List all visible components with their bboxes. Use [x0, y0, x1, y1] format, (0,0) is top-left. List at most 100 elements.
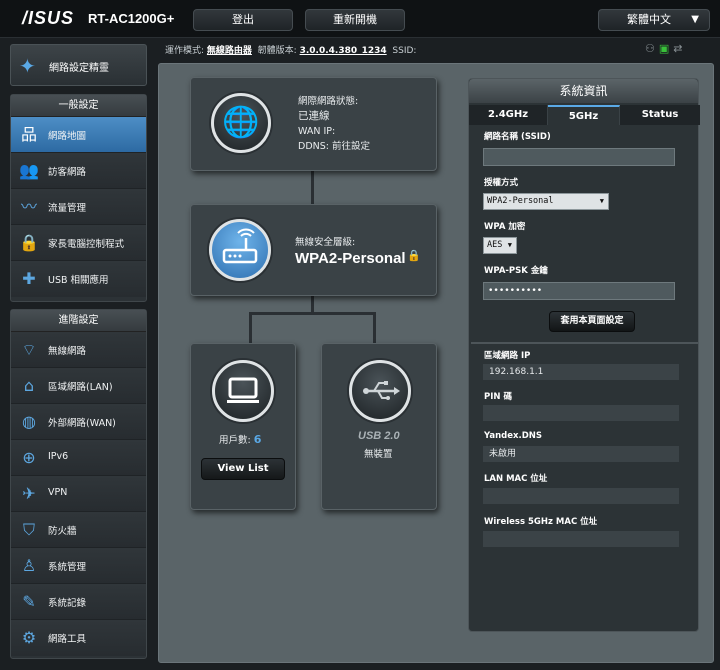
firmware-link[interactable]: 3.0.0.4.380_1234	[300, 46, 387, 56]
usb-title: USB 2.0	[358, 430, 400, 442]
monitor-icon	[227, 377, 259, 403]
sidebar-item-vpn[interactable]: ✈ VPN	[11, 476, 146, 512]
usb-card[interactable]: USB 2.0 無裝置	[321, 343, 437, 510]
wizard-label: 網路設定精靈	[49, 63, 109, 74]
vpn-icon: ✈	[22, 484, 36, 503]
sidebar-item-label: 系統記錄	[48, 598, 87, 609]
advanced-header: 進階設定	[11, 310, 146, 332]
apply-button[interactable]: 套用本頁面設定	[549, 311, 635, 332]
sidebar-item-label: VPN	[48, 487, 68, 498]
sidebar-item-network-map[interactable]: 品 網路地圖	[11, 117, 146, 153]
network-map-icon: 品	[20, 125, 37, 144]
system-info-panel: 系統資訊 2.4GHz 5GHz Status 網路名稱 (SSID) 授權方式…	[468, 78, 700, 632]
connector-line	[311, 295, 314, 313]
parental-control-icon: 🔒	[19, 233, 39, 252]
mode-label: 運作模式:	[165, 46, 205, 56]
model-name: RT-AC1200G+	[88, 11, 175, 26]
clients-button[interactable]	[212, 360, 274, 422]
sidebar-item-label: IPv6	[48, 451, 69, 462]
wpa-encryption-label: WPA 加密	[484, 222, 526, 232]
chevron-down-icon: ▼	[691, 14, 699, 25]
status-line: 運作模式: 無線路由器 韌體版本: 3.0.0.4.380_1234 SSID:	[165, 43, 416, 56]
internet-status-value: 已連線	[298, 110, 330, 122]
wan-icon: ◍	[22, 412, 36, 431]
usb-status-icon[interactable]: ⇄	[673, 42, 686, 55]
wireless-icon: ⌔	[21, 340, 37, 359]
wpa-encryption-select[interactable]: AES ▼	[483, 237, 517, 254]
clients-status-icon[interactable]: ⚇	[645, 42, 659, 55]
router-icon	[222, 228, 258, 264]
clients-card[interactable]: 用戶數: 6 View List	[190, 343, 296, 510]
language-label: 繁體中文	[627, 13, 671, 26]
usb-app-icon: ✚	[22, 269, 36, 288]
sidebar-item-wan[interactable]: ◍ 外部網路(WAN)	[11, 404, 146, 440]
lan-ip-label: 區域網路 IP	[484, 351, 531, 361]
auth-method-select[interactable]: WPA2-Personal ▼	[483, 193, 609, 210]
reboot-button[interactable]: 重新開機	[305, 9, 405, 31]
sidebar-item-guest-network[interactable]: 👥 訪客網路	[11, 153, 146, 189]
view-list-button[interactable]: View List	[201, 458, 285, 480]
sidebar-item-label: 流量管理	[48, 203, 87, 214]
lan-ip-value: 192.168.1.1	[483, 364, 679, 380]
auth-method-value: WPA2-Personal	[487, 196, 554, 206]
security-level-label: 無線安全層級:	[295, 237, 356, 248]
network-tools-icon: ⚙	[21, 628, 37, 647]
yandex-dns-value: 未啟用	[483, 446, 679, 462]
chevron-down-icon: ▼	[507, 241, 512, 249]
usb-button[interactable]	[349, 360, 411, 422]
sidebar-item-label: 網路工具	[48, 634, 87, 645]
brand-logo[interactable]: /ISUS	[22, 8, 74, 29]
sidebar-item-label: USB 相關應用	[48, 275, 109, 286]
lan-icon: ⌂	[23, 376, 35, 395]
magic-wand-icon: ✦	[19, 54, 36, 78]
ddns-link[interactable]: 前往設定	[332, 141, 370, 152]
lan-mac-label: LAN MAC 位址	[484, 474, 548, 484]
sidebar-item-label: 系統管理	[48, 562, 87, 573]
sidebar-item-label: 區域網路(LAN)	[48, 382, 113, 393]
internet-status-card[interactable]: 🌐 網際網路狀態: 已連線 WAN IP: DDNS: 前往設定	[190, 77, 437, 171]
sidebar-item-parental-control[interactable]: 🔒 家長電腦控制程式	[11, 225, 146, 261]
router-security-card[interactable]: 無線安全層級: WPA2-Personal 🔒	[190, 204, 437, 296]
logout-button[interactable]: 登出	[193, 9, 293, 31]
advanced-settings-menu: 進階設定 ⌔ 無線網路 ⌂ 區域網路(LAN) ◍ 外部網路(WAN) ⊕ IP…	[10, 309, 147, 659]
quick-setup-wizard-button[interactable]: ✦ 網路設定精靈	[10, 44, 147, 86]
internet-globe-button[interactable]: 🌐	[211, 93, 271, 153]
sidebar-item-traffic[interactable]: 〰 流量管理	[11, 189, 146, 225]
sidebar-item-admin[interactable]: ♙ 系統管理	[11, 548, 146, 584]
syslog-icon: ✎	[22, 592, 36, 611]
chevron-down-icon: ▼	[599, 197, 604, 205]
network-status-icon[interactable]: ▣	[659, 42, 673, 55]
sidebar-item-ipv6[interactable]: ⊕ IPv6	[11, 440, 146, 476]
lan-mac-value	[483, 488, 679, 504]
sidebar-item-label: 家長電腦控制程式	[48, 239, 125, 250]
sidebar-item-usb-app[interactable]: ✚ USB 相關應用	[11, 261, 146, 297]
sidebar-item-network-tools[interactable]: ⚙ 網路工具	[11, 620, 146, 656]
pin-code-label: PIN 碼	[484, 392, 512, 402]
sidebar-item-lan[interactable]: ⌂ 區域網路(LAN)	[11, 368, 146, 404]
router-button[interactable]	[209, 219, 271, 281]
sidebar-item-label: 防火牆	[48, 526, 77, 537]
psk-key-input[interactable]: ••••••••••	[483, 282, 675, 300]
globe-icon: 🌐	[222, 105, 260, 140]
clients-label: 用戶數:	[219, 435, 251, 446]
tab-status[interactable]: Status	[620, 105, 700, 125]
language-select[interactable]: 繁體中文 ▼	[598, 9, 710, 31]
security-level-value: WPA2-Personal	[295, 250, 406, 267]
sidebar-item-label: 外部網路(WAN)	[48, 418, 116, 429]
tab-5ghz[interactable]: 5GHz	[548, 105, 620, 125]
divider	[471, 342, 698, 344]
sidebar-item-wireless[interactable]: ⌔ 無線網路	[11, 332, 146, 368]
ipv6-icon: ⊕	[22, 448, 36, 467]
firmware-label: 韌體版本:	[257, 46, 297, 56]
ssid-input[interactable]	[483, 148, 675, 166]
psk-key-label: WPA-PSK 金鑰	[484, 266, 548, 276]
sidebar-item-firewall[interactable]: ⛉ 防火牆	[11, 512, 146, 548]
sidebar-item-syslog[interactable]: ✎ 系統記錄	[11, 584, 146, 620]
sidebar-item-label: 訪客網路	[48, 167, 87, 178]
system-info-title: 系統資訊	[469, 79, 698, 103]
auth-method-label: 授權方式	[484, 178, 519, 188]
wan-ip-label: WAN IP:	[298, 126, 336, 137]
tab-2-4ghz[interactable]: 2.4GHz	[469, 105, 548, 125]
mode-link[interactable]: 無線路由器	[207, 46, 252, 56]
ssid-label: SSID:	[392, 46, 417, 56]
